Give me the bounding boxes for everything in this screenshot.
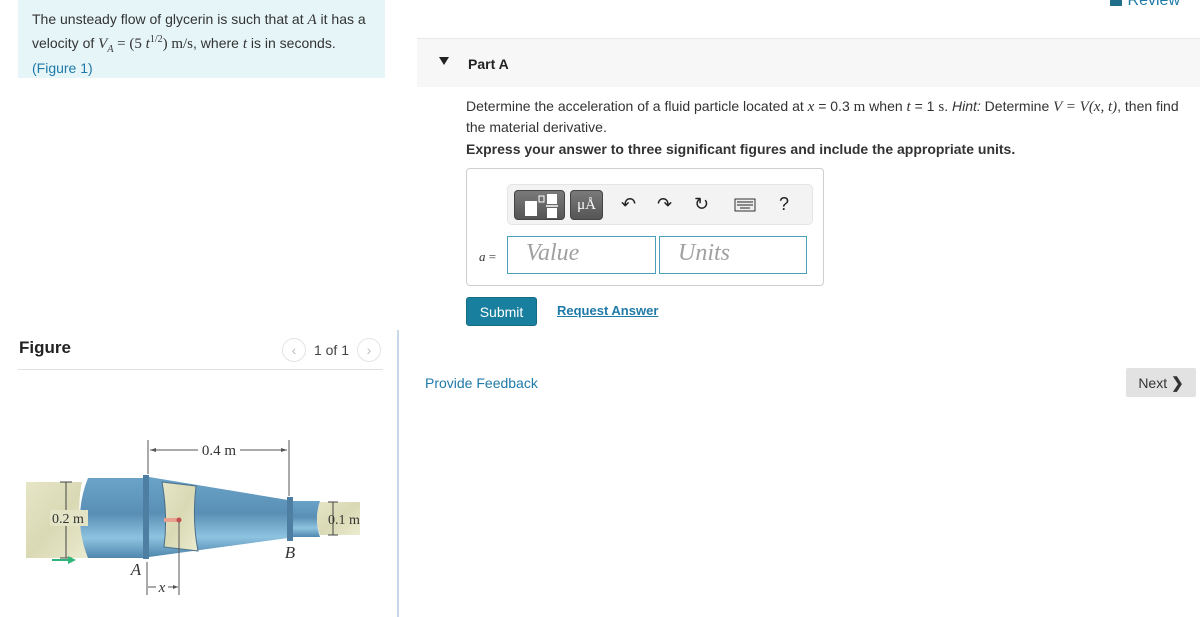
caret-down-icon[interactable] (439, 57, 449, 65)
fluid-window (161, 481, 199, 552)
arrow-head (150, 448, 156, 452)
position-label: x (158, 580, 166, 596)
figure-link[interactable]: (Figure 1) (32, 60, 93, 76)
book-icon (1109, 0, 1122, 6)
problem-statement: The unsteady flow of glycerin is such th… (18, 0, 385, 78)
figure-title: Figure (19, 338, 71, 357)
hint-label: Hint: (951, 98, 981, 114)
undo-icon[interactable]: ↶ (621, 194, 636, 214)
outlet-pipe (293, 501, 320, 537)
flange-b (287, 497, 293, 541)
length-label: 0.4 m (202, 443, 237, 459)
chevron-right-icon: › (366, 342, 372, 358)
arrow-head (281, 448, 287, 452)
answer-variable-label: a = (479, 249, 497, 264)
outlet-diameter-label: 0.1 m (328, 513, 360, 528)
chevron-left-icon: ‹ (291, 342, 297, 358)
reset-icon[interactable]: ↻ (694, 194, 709, 214)
provide-feedback-link[interactable]: Provide Feedback (425, 375, 538, 391)
panel-divider[interactable] (397, 330, 399, 617)
figure-header: Figure ‹ 1 of 1 › (18, 330, 383, 370)
pager-label: 1 of 1 (313, 342, 349, 358)
flange-a (143, 475, 149, 559)
value-input[interactable]: Value (507, 236, 656, 274)
next-figure-button[interactable]: › (357, 338, 381, 362)
point-label: A (307, 12, 317, 28)
math-toolbar: μÅ ↶ ↷ ↻ ? (507, 184, 813, 225)
figure-pager: ‹ 1 of 1 › (281, 338, 381, 362)
help-button[interactable]: ? (779, 194, 789, 214)
pipe-diagram: 0.4 m 0.2 m 0.1 m A B x (26, 440, 360, 596)
hint-math: V = V(x, t) (1053, 99, 1118, 115)
left-panel: The unsteady flow of glycerin is such th… (0, 0, 398, 617)
instruction-text: Express your answer to three significant… (466, 141, 1016, 157)
next-button[interactable]: Next ❯ (1126, 368, 1196, 397)
chevron-right-icon: ❯ (1171, 374, 1184, 392)
problem-text: The unsteady flow of glycerin is such th… (32, 11, 308, 27)
templates-button[interactable] (514, 190, 565, 220)
submit-button[interactable]: Submit (466, 297, 537, 326)
part-a-header[interactable]: Part A (417, 38, 1200, 87)
prev-figure-button[interactable]: ‹ (281, 338, 306, 362)
point-a-label: A (130, 560, 142, 579)
figure-image: 0.4 m 0.2 m 0.1 m A B x (20, 430, 380, 610)
point-b-label: B (285, 543, 296, 562)
inlet-pipe (80, 478, 144, 558)
part-title: Part A (468, 56, 509, 72)
keyboard-icon[interactable] (734, 196, 756, 216)
templates-icon (525, 194, 558, 218)
review-link[interactable]: Review (1109, 0, 1180, 10)
units-input[interactable]: Units (659, 236, 807, 274)
velocity-expression: VA = (5 t1/2) m/s (98, 34, 194, 55)
request-answer-link[interactable]: Request Answer (557, 303, 658, 318)
inlet-diameter-label: 0.2 m (52, 512, 84, 527)
redo-icon[interactable]: ↷ (657, 194, 672, 214)
question-text: Determine the acceleration of a fluid pa… (466, 98, 1179, 135)
fluid-particle (176, 517, 182, 523)
units-button[interactable]: μÅ (570, 190, 603, 220)
answer-box: μÅ ↶ ↷ ↻ ? a = Value Units (466, 168, 824, 286)
